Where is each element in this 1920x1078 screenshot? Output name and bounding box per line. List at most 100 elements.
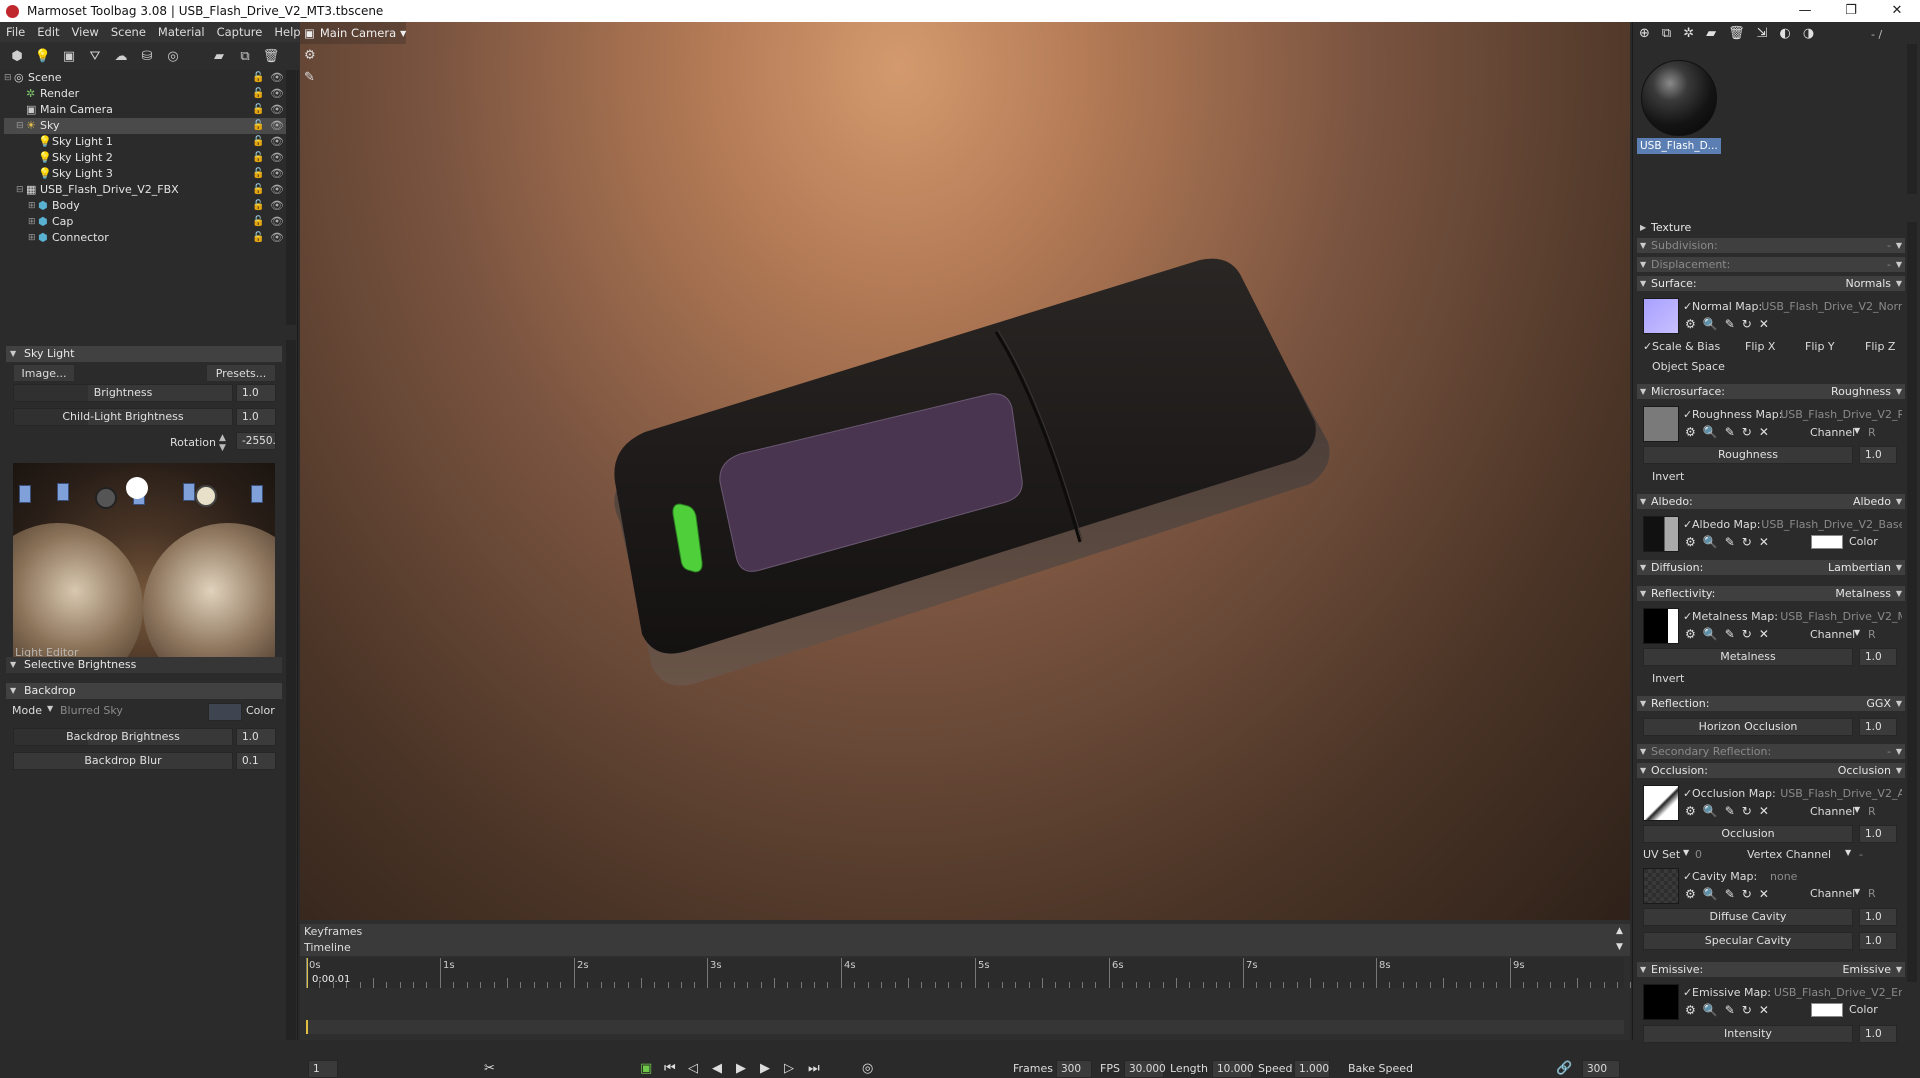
section-toggle-icon[interactable]: ▼ — [1640, 586, 1646, 601]
vertex-channel-value[interactable]: - — [1859, 848, 1863, 861]
emissive-map-file[interactable]: USB_Flash_Drive_V2_Emis — [1774, 986, 1902, 999]
section-toggle-icon[interactable]: ▼ — [1640, 276, 1646, 291]
lock-icon[interactable]: 🔓 — [252, 166, 264, 182]
light-editor-panorama[interactable]: Light Editor — [13, 463, 275, 661]
material-thumbnail[interactable]: USB_Flash_D... — [1637, 58, 1721, 158]
backdrop-blur-value[interactable]: 0.1 — [236, 752, 276, 770]
add-light-icon[interactable]: 💡 — [32, 46, 54, 66]
tree-row-cap[interactable]: ⊞ ⬢ Cap 🔓 👁 — [4, 214, 290, 230]
surface-section[interactable]: ▼ Surface: Normals ▼ — [1637, 276, 1905, 291]
brightness-slider[interactable]: Brightness — [13, 384, 233, 402]
dropdown-icon[interactable]: ▼ — [1896, 696, 1902, 711]
edit-icon[interactable]: ✎ — [1725, 627, 1735, 641]
section-toggle-icon[interactable]: ▼ — [1640, 696, 1646, 711]
dropdown-icon[interactable]: ▼ — [1896, 586, 1902, 601]
lock-icon[interactable]: 🔓 — [252, 150, 264, 166]
scale-bias-check-icon[interactable]: ✓ — [1643, 340, 1652, 353]
roughness-value[interactable]: 1.0 — [1859, 446, 1897, 464]
material-grid-icon[interactable]: ✲ — [1683, 26, 1694, 41]
reload-icon[interactable]: ↻ — [1742, 887, 1752, 901]
metalness-invert-checkbox[interactable]: Invert — [1652, 672, 1684, 685]
menu-scene[interactable]: Scene — [105, 25, 152, 39]
reload-icon[interactable]: ↻ — [1742, 627, 1752, 641]
flip-x-checkbox[interactable]: Flip X — [1745, 340, 1775, 353]
section-toggle-icon[interactable]: ▼ — [1640, 384, 1646, 399]
microsurface-section-value[interactable]: Roughness — [1831, 384, 1891, 399]
albedo-color-swatch[interactable] — [1811, 535, 1843, 549]
sky-light-handle-2[interactable] — [126, 477, 148, 499]
reload-icon[interactable]: ↻ — [1742, 1003, 1752, 1017]
metalness-slider[interactable]: Metalness — [1643, 648, 1853, 666]
backdrop-mode-value[interactable]: Blurred Sky — [60, 704, 123, 717]
diffuse-cavity-value[interactable]: 1.0 — [1859, 908, 1897, 926]
tree-row-body[interactable]: ⊞ ⬢ Body 🔓 👁 — [4, 198, 290, 214]
gear-icon[interactable]: ⚙ — [1685, 1003, 1696, 1017]
dropdown-icon[interactable]: ▼ — [1896, 763, 1902, 778]
material-library-scrollbar[interactable] — [1907, 44, 1917, 194]
object-space-checkbox[interactable]: Object Space — [1652, 360, 1725, 373]
minimize-button[interactable]: — — [1782, 0, 1828, 22]
normal-map-thumb[interactable] — [1643, 298, 1679, 334]
specular-cavity-value[interactable]: 1.0 — [1859, 932, 1897, 950]
metalness-map-check-icon[interactable]: ✓ — [1683, 610, 1692, 623]
dropdown-icon[interactable]: ▼ — [1896, 962, 1902, 977]
viewport-settings-icon[interactable]: ⚙ — [304, 48, 320, 64]
link-icon[interactable]: 🔗 — [1556, 1060, 1572, 1078]
backdrop-blur-slider[interactable]: Backdrop Blur — [13, 752, 233, 770]
material-info-icon[interactable]: ◑ — [1803, 26, 1814, 41]
surface-section-value[interactable]: Normals — [1845, 276, 1891, 291]
reload-icon[interactable]: ↻ — [1742, 425, 1752, 439]
remove-icon[interactable]: ✕ — [1759, 425, 1769, 439]
displacement-section-value[interactable]: - — [1887, 257, 1891, 272]
section-toggle-icon[interactable]: ▶ — [1640, 220, 1646, 235]
delete-material-icon[interactable]: 🗑 — [1728, 26, 1745, 41]
reflection-section[interactable]: ▼ Reflection: GGX ▼ — [1637, 696, 1905, 711]
expand-icon[interactable]: ⊞ — [28, 214, 36, 230]
next-key-icon[interactable]: ▷ — [784, 1060, 794, 1078]
visibility-icon[interactable]: 👁 — [270, 102, 284, 118]
edit-icon[interactable]: ✎ — [1725, 535, 1735, 549]
uv-set-dropdown-icon[interactable]: ▼ — [1683, 848, 1689, 857]
lock-icon[interactable]: 🔓 — [252, 70, 264, 86]
timeline-ruler[interactable]: 0:00.01 0s 1s 2s 3s 4s 5s 6s 7s 8s 9s — [306, 958, 1631, 988]
lock-icon[interactable]: 🔓 — [252, 134, 264, 150]
cavity-map-thumb[interactable] — [1643, 868, 1679, 904]
add-fog-icon[interactable]: ☁ — [110, 46, 132, 66]
last-frame-icon[interactable]: ⏭ — [808, 1060, 820, 1078]
tree-row-sky-light-1[interactable]: 💡 Sky Light 1 🔓 👁 — [4, 134, 290, 150]
timeline-collapse-icon[interactable]: ▼ — [1616, 938, 1623, 956]
tree-row-main-camera[interactable]: ▣ Main Camera 🔓 👁 — [4, 102, 290, 118]
roughness-invert-checkbox[interactable]: Invert — [1652, 470, 1684, 483]
specular-cavity-slider[interactable]: Specular Cavity — [1643, 932, 1853, 950]
occlusion-channel-value[interactable]: R — [1868, 805, 1876, 818]
backdrop-brightness-value[interactable]: 1.0 — [236, 728, 276, 746]
dropdown-icon[interactable]: ▼ — [1896, 238, 1902, 253]
visibility-icon[interactable]: 👁 — [270, 198, 284, 214]
section-toggle-icon[interactable]: ▼ — [1640, 962, 1646, 977]
search-icon[interactable]: 🔍 — [1703, 887, 1718, 901]
next-frame-icon[interactable]: ▶ — [760, 1060, 770, 1078]
collapse-icon[interactable]: ⊟ — [16, 118, 24, 134]
visibility-icon[interactable]: 👁 — [270, 230, 284, 246]
camera-select[interactable]: Main Camera — [320, 26, 396, 40]
maximize-button[interactable]: ❐ — [1828, 0, 1874, 22]
edit-icon[interactable]: ✎ — [1725, 317, 1735, 331]
flip-z-checkbox[interactable]: Flip Z — [1865, 340, 1895, 353]
tree-row-connector[interactable]: ⊞ ⬢ Connector 🔓 👁 — [4, 230, 290, 246]
metalness-map-file[interactable]: USB_Flash_Drive_V2_Me — [1780, 610, 1902, 623]
reload-icon[interactable]: ↻ — [1742, 535, 1752, 549]
horizon-occlusion-value[interactable]: 1.0 — [1859, 718, 1897, 736]
remove-icon[interactable]: ✕ — [1759, 804, 1769, 818]
displacement-section[interactable]: ▼ Displacement: - ▼ — [1637, 257, 1905, 272]
gear-icon[interactable]: ⚙ — [1685, 317, 1696, 331]
selective-brightness-header[interactable]: Selective Brightness — [6, 657, 282, 673]
dropdown-icon[interactable]: ▼ — [1896, 744, 1902, 759]
edit-icon[interactable]: ✎ — [1725, 1003, 1735, 1017]
backdrop-header[interactable]: Backdrop — [6, 683, 282, 699]
search-icon[interactable]: 🔍 — [1703, 535, 1718, 549]
reload-icon[interactable]: ↻ — [1742, 317, 1752, 331]
sky-presets-button[interactable]: Presets... — [206, 364, 276, 382]
subdivision-section[interactable]: ▼ Subdivision: - ▼ — [1637, 238, 1905, 253]
albedo-section[interactable]: ▼ Albedo: Albedo ▼ — [1637, 494, 1905, 509]
occlusion-section[interactable]: ▼ Occlusion: Occlusion ▼ — [1637, 763, 1905, 778]
